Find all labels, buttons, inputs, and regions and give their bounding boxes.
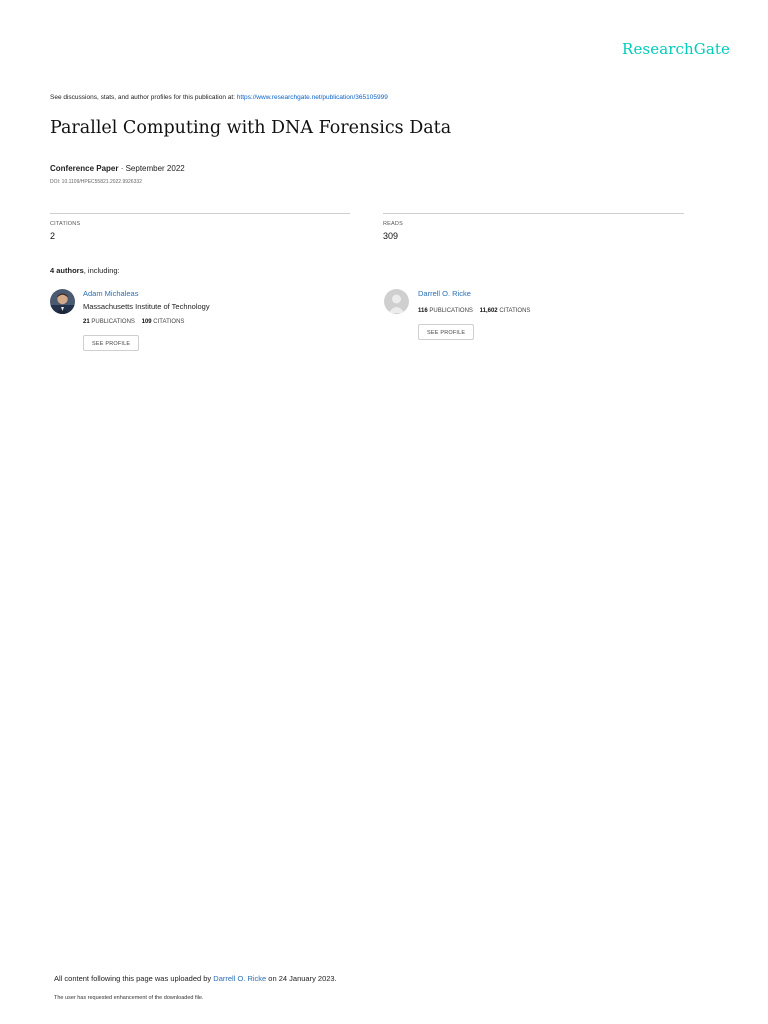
reads-value: 309	[383, 231, 399, 241]
author-citations-count: 11,602	[479, 308, 498, 314]
author-name-link[interactable]: Darrell O. Ricke	[418, 289, 471, 298]
author-stats: 116 PUBLICATIONS 11,602 CITATIONS	[418, 308, 530, 314]
citations-label: CITATIONS	[50, 221, 81, 227]
discussion-line: See discussions, stats, and author profi…	[50, 94, 690, 101]
see-profile-button[interactable]: SEE PROFILE	[83, 335, 140, 351]
discussion-text: See discussions, stats, and author profi…	[50, 94, 237, 101]
doi-text: DOI: 10.1109/HPEC55821.2022.9926332	[50, 179, 142, 185]
default-avatar-icon[interactable]	[384, 289, 409, 314]
download-note: The user has requested enhancement of th…	[54, 995, 204, 1001]
author-publications-label: PUBLICATIONS	[91, 319, 135, 325]
author-citations-count: 109	[141, 319, 152, 325]
author-name-link[interactable]: Adam Michaleas	[83, 289, 138, 298]
paper-type: Conference Paper	[50, 164, 119, 173]
author-publications-label: PUBLICATIONS	[429, 308, 473, 314]
author-photo-icon[interactable]	[50, 289, 75, 314]
paper-type-line: Conference Paper · September 2022	[50, 164, 185, 173]
upload-prefix: All content following this page was uplo…	[54, 974, 214, 983]
citations-value: 2	[50, 231, 56, 241]
upload-notice: All content following this page was uplo…	[54, 974, 337, 983]
upload-suffix: on 24 January 2023.	[266, 974, 337, 983]
see-profile-button[interactable]: SEE PROFILE	[418, 324, 475, 340]
authors-heading: 4 authors, including:	[50, 266, 120, 275]
author-stats: 21 PUBLICATIONS 109 CITATIONS	[83, 319, 184, 325]
uploader-link[interactable]: Darrell O. Ricke	[213, 974, 266, 983]
author-publications-count: 116	[418, 308, 428, 314]
author-institution: Massachusetts Institute of Technology	[83, 302, 210, 311]
authors-count: 4 authors	[50, 266, 84, 275]
authors-suffix: , including:	[83, 266, 120, 275]
author-publications-count: 21	[83, 319, 90, 325]
researchgate-logo[interactable]: ResearchGate	[600, 40, 730, 58]
citations-divider	[50, 213, 350, 214]
reads-divider	[383, 213, 684, 214]
paper-date: · September 2022	[118, 164, 185, 173]
author-citations-label: CITATIONS	[499, 308, 531, 314]
author-citations-label: CITATIONS	[153, 319, 185, 325]
paper-title: Parallel Computing with DNA Forensics Da…	[50, 118, 452, 138]
publication-link[interactable]: https://www.researchgate.net/publication…	[237, 94, 388, 101]
reads-label: READS	[383, 221, 403, 227]
